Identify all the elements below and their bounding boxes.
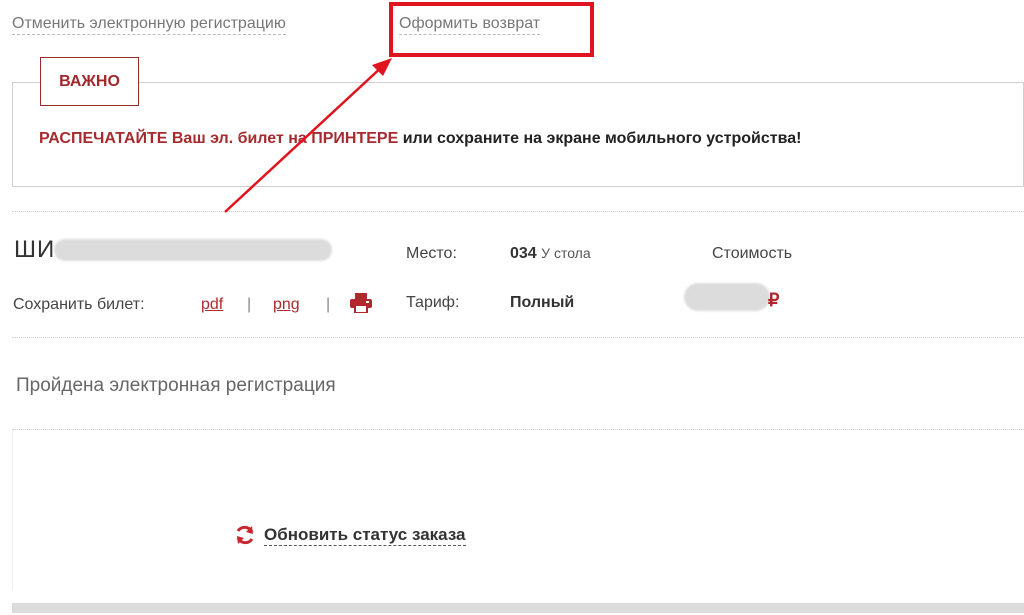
seat-type: У стола bbox=[541, 245, 591, 261]
bottom-bar bbox=[12, 603, 1024, 613]
seat-label: Место: bbox=[406, 245, 457, 262]
seat-value: 034 У стола bbox=[510, 245, 591, 263]
printer-icon[interactable] bbox=[350, 293, 372, 313]
important-message: РАСПЕЧАТАЙТЕ Ваш эл. билет на ПРИНТЕРЕ и… bbox=[39, 130, 801, 148]
seat-number: 034 bbox=[510, 245, 537, 262]
format-separator: | bbox=[247, 296, 252, 313]
redacted-name-blur bbox=[54, 239, 332, 261]
divider bbox=[12, 211, 1024, 212]
annotation-highlight-box bbox=[389, 2, 594, 57]
save-ticket-label: Сохранить билет: bbox=[13, 296, 145, 313]
panel-border bbox=[12, 430, 13, 590]
refresh-icon bbox=[236, 525, 254, 545]
refresh-order-status-button[interactable]: Обновить статус заказа bbox=[234, 524, 466, 546]
tariff-value: Полный bbox=[510, 294, 575, 311]
ruble-sign: ₽ bbox=[768, 290, 780, 310]
refresh-order-status-label: Обновить статус заказа bbox=[264, 524, 466, 546]
tariff-label: Тариф: bbox=[406, 294, 460, 311]
important-message-highlight: РАСПЕЧАТАЙТЕ Ваш эл. билет на ПРИНТЕРЕ bbox=[39, 130, 399, 147]
important-message-rest: или сохраните на экране мобильного устро… bbox=[398, 130, 802, 147]
cancel-registration-link[interactable]: Отменить электронную регистрацию bbox=[12, 15, 286, 35]
redacted-cost-blur bbox=[684, 283, 770, 311]
format-separator: | bbox=[326, 296, 331, 313]
cost-label: Стоимость bbox=[712, 245, 793, 262]
save-pdf-link[interactable]: pdf bbox=[201, 296, 223, 314]
passenger-name: ШИ bbox=[14, 236, 56, 263]
registration-status: Пройдена электронная регистрация bbox=[16, 375, 336, 396]
divider bbox=[12, 429, 1024, 430]
save-png-link[interactable]: png bbox=[273, 296, 300, 314]
divider bbox=[12, 337, 1024, 338]
important-tag: ВАЖНО bbox=[40, 57, 139, 106]
